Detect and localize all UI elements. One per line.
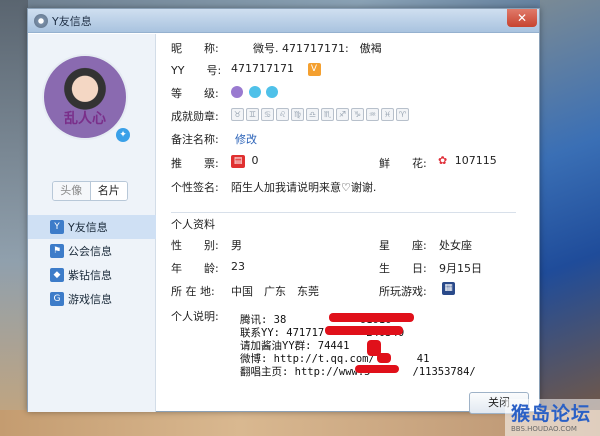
birthday-label: 生 日:	[379, 262, 427, 275]
tickets-value-group: ▤ 0	[231, 154, 259, 168]
vip-v-icon[interactable]: V	[307, 62, 321, 76]
remark-edit-link[interactable]: 修改	[235, 131, 257, 147]
redaction-mark	[377, 353, 391, 363]
game-thumbnail-icon[interactable]: ▦	[442, 281, 455, 295]
diamond-icon: ◆	[50, 268, 64, 282]
sidebar-item-yy-friend-info[interactable]: Y Y友信息	[28, 215, 156, 239]
avatar-card-toggle: 头像 名片	[52, 181, 128, 201]
flowers-value: 107115	[454, 154, 497, 167]
level-moon-icon[interactable]	[231, 86, 243, 98]
profile-window: Y友信息 ✕ 乱人心 ✦ 头像 名片 Y Y友信息 ⚑ 公会信息 ◆ 紫钻信息	[27, 8, 540, 414]
gender-value: 男	[231, 239, 242, 252]
redaction-mark	[329, 313, 414, 322]
signature-value: 陌生人加我请说明来意♡谢谢.	[231, 181, 377, 194]
weibo-bird-icon[interactable]: ✦	[116, 128, 130, 142]
medal-icon[interactable]: ♋	[261, 107, 274, 121]
level-label: 等 级:	[171, 87, 219, 100]
medal-icon[interactable]: ♉	[231, 107, 244, 121]
profile-content: 昵 称: 微号. 471717171: 傲褐 YY 号: 471717171 V…	[157, 34, 540, 412]
tab-avatar[interactable]: 头像	[53, 182, 90, 200]
yy-number-label: YY 号:	[171, 64, 222, 77]
tickets-value: 0	[251, 154, 259, 167]
watermark-url: BBS.HOUDAO.COM	[511, 425, 577, 433]
sidebar-item-label: Y友信息	[68, 221, 108, 234]
redaction-mark	[355, 365, 399, 373]
window-title: Y友信息	[52, 14, 92, 28]
flower-icon: ✿	[438, 154, 448, 167]
tickets-label: 推 票:	[171, 157, 219, 170]
ticket-icon: ▤	[231, 154, 245, 168]
flag-icon: ⚑	[50, 244, 64, 258]
divider	[171, 212, 516, 213]
flowers-label: 鲜 花:	[379, 157, 427, 170]
gender-label: 性 别:	[171, 239, 219, 252]
game-icon-group: ▦	[442, 281, 455, 295]
yy-number-value: 471717171 V	[231, 62, 321, 76]
flowers-value-group: ✿ 107115	[438, 154, 497, 167]
medal-icon[interactable]: ♊	[246, 107, 259, 121]
watermark-logo: 猴岛论坛	[511, 403, 592, 425]
sidebar-nav: Y Y友信息 ⚑ 公会信息 ◆ 紫钻信息 G 游戏信息	[28, 215, 156, 311]
yy-icon: Y	[50, 220, 64, 234]
location-value: 中国 广东 东莞	[231, 285, 319, 298]
sidebar-item-purple-diamond-info[interactable]: ◆ 紫钻信息	[28, 263, 156, 287]
sidebar-item-guild-info[interactable]: ⚑ 公会信息	[28, 239, 156, 263]
medal-icon[interactable]: ♒	[366, 107, 379, 121]
games-label: 所玩游戏:	[379, 285, 427, 298]
constellation-label: 星 座:	[379, 239, 427, 252]
medal-icon[interactable]: ♑	[351, 107, 364, 121]
nickname-row: 昵 称:	[171, 40, 219, 56]
sidebar-item-game-info[interactable]: G 游戏信息	[28, 287, 156, 311]
medal-icon[interactable]: ♐	[336, 107, 349, 121]
constellation-value: 处女座	[439, 239, 472, 252]
game-icon: G	[50, 292, 64, 306]
medals-label: 成就勋章:	[171, 110, 219, 123]
medal-icon[interactable]: ♏	[321, 107, 334, 121]
location-label: 所 在 地:	[171, 285, 215, 298]
yy-number-text: 471717171	[231, 62, 294, 75]
avatar[interactable]: 乱人心	[42, 54, 128, 140]
birthday-value: 9月15日	[439, 262, 482, 275]
medal-icons: ♉ ♊ ♋ ♌ ♍ ♎ ♏ ♐ ♑ ♒ ♓ ♈	[231, 107, 411, 121]
sidebar: 乱人心 ✦ 头像 名片 Y Y友信息 ⚑ 公会信息 ◆ 紫钻信息 G 游戏信息	[28, 34, 156, 412]
tab-card[interactable]: 名片	[89, 182, 127, 200]
signature-label: 个性签名:	[171, 181, 219, 194]
nickname-label: 昵 称:	[171, 42, 219, 55]
avatar-text: 乱人心	[64, 111, 106, 127]
medal-icon[interactable]: ♍	[291, 107, 304, 121]
medal-icon[interactable]: ♓	[381, 107, 394, 121]
remark-label: 备注名称:	[171, 133, 219, 146]
nickname-value: 微号. 471717171: 傲褐	[253, 42, 382, 55]
redaction-mark	[325, 326, 403, 335]
level-diamond-icon[interactable]	[266, 86, 278, 98]
age-value: 23	[231, 260, 245, 273]
sidebar-item-label: 紫钻信息	[68, 269, 112, 282]
forum-watermark: 猴岛论坛 BBS.HOUDAO.COM	[505, 399, 600, 436]
level-diamond-icon[interactable]	[248, 86, 261, 98]
background-left	[0, 0, 28, 436]
sidebar-item-label: 公会信息	[68, 245, 112, 258]
title-bar[interactable]: Y友信息 ✕	[28, 9, 539, 33]
description-label: 个人说明:	[171, 310, 219, 323]
app-icon	[34, 13, 48, 28]
window-close-icon[interactable]: ✕	[507, 9, 537, 27]
age-label: 年 龄:	[171, 262, 219, 275]
sidebar-item-label: 游戏信息	[68, 293, 112, 306]
medal-icon[interactable]: ♈	[396, 107, 409, 121]
level-icons	[231, 85, 280, 98]
medal-icon[interactable]: ♌	[276, 107, 289, 121]
background-right	[540, 0, 600, 436]
personal-section-title: 个人资料	[171, 218, 215, 231]
medal-icon[interactable]: ♎	[306, 107, 319, 121]
